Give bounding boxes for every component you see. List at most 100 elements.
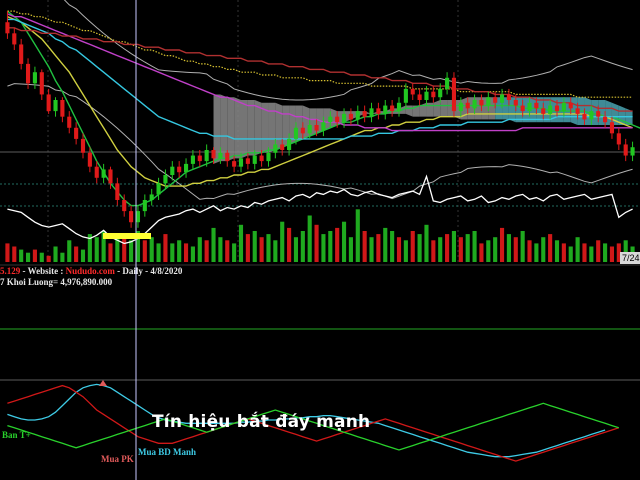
cloud-segment <box>419 102 427 117</box>
volume-bar <box>252 231 257 262</box>
volume-bar <box>417 234 422 262</box>
website-name[interactable]: Nududo.com <box>66 266 115 276</box>
volume-bar <box>513 237 518 262</box>
candle-body <box>197 155 202 162</box>
candle-body <box>122 200 127 212</box>
candle-body <box>499 94 505 103</box>
volume-indicator-path <box>7 174 633 245</box>
candle-body <box>259 155 264 162</box>
candle-body <box>287 138 292 150</box>
volume-bar <box>328 231 333 262</box>
candle-body <box>548 105 553 114</box>
candle-body <box>232 161 237 167</box>
candle-body <box>314 125 319 131</box>
volume-bar <box>273 240 278 262</box>
volume-bar <box>259 237 264 262</box>
volume-bar <box>53 246 58 262</box>
candle-body <box>149 194 154 200</box>
candle-body <box>5 22 10 34</box>
candle-body <box>410 88 415 95</box>
candle-body <box>472 100 477 109</box>
volume-info-line: 7 Khoi Luong= 4,976,890.000 <box>0 277 112 287</box>
date-marker: 7/24 <box>620 252 640 264</box>
volume-bar <box>238 224 244 262</box>
candle-body <box>451 77 457 112</box>
candle-body <box>204 150 209 162</box>
volume-bar <box>280 221 285 262</box>
cloud-segment <box>426 102 434 117</box>
candle-body <box>513 100 518 106</box>
candle-body <box>328 116 333 123</box>
candle-body <box>486 97 491 106</box>
candle-body <box>348 113 353 120</box>
candle-body <box>94 166 99 178</box>
candle-body <box>252 155 257 164</box>
candle-body <box>307 125 312 134</box>
volume-bar <box>204 240 209 262</box>
candle-body <box>431 91 436 98</box>
candle-body <box>527 102 532 112</box>
candle-body <box>135 211 141 223</box>
candle-body <box>53 100 58 112</box>
volume-bar <box>493 237 498 262</box>
bollinger-upper <box>63 0 633 101</box>
symbol-fragment: 5.129 <box>0 266 21 276</box>
candle-body <box>623 144 628 156</box>
volume-bar <box>5 243 10 262</box>
volume-bar <box>568 246 573 262</box>
volume-bar <box>603 243 608 262</box>
volume-bar <box>183 243 189 262</box>
period-label: - Daily - <box>117 266 149 276</box>
volume-bar <box>177 240 182 262</box>
volume-bar <box>609 246 615 262</box>
volume-bar <box>163 234 168 262</box>
candle-body <box>362 111 367 117</box>
candle-body <box>390 105 395 112</box>
candle-body <box>238 158 244 167</box>
candle-body <box>575 108 580 114</box>
volume-bar <box>293 237 299 262</box>
grid-lines <box>0 0 640 381</box>
volume-bar <box>245 234 250 262</box>
candle-body <box>12 33 17 45</box>
volume-bar <box>218 237 223 262</box>
volume-bar <box>32 249 37 262</box>
volume-bar <box>541 237 546 262</box>
volume-bar <box>190 246 195 262</box>
signal-mua-bd: Mua BD Manh <box>138 447 197 457</box>
volume-bar <box>472 231 477 262</box>
volume-bar <box>12 246 17 262</box>
candle-body <box>465 102 470 109</box>
volume-bar <box>431 240 436 262</box>
volume-bar <box>355 209 360 262</box>
candle-body <box>479 100 484 106</box>
candle-body <box>32 72 37 84</box>
volume-bar <box>348 237 353 262</box>
cloud-segment <box>433 100 441 117</box>
candle-body <box>293 127 299 139</box>
highlight-box <box>103 233 151 239</box>
signal-mua-pk: Mua PK <box>101 454 134 464</box>
volume-bar <box>341 221 347 262</box>
volume-value: 4,976,890.000 <box>60 277 113 287</box>
candle-body <box>67 116 72 128</box>
volume-bar <box>287 227 292 262</box>
volume-bar <box>60 252 65 262</box>
candle-body <box>493 97 498 103</box>
volume-bar <box>451 231 457 262</box>
cloud-segment <box>302 105 310 139</box>
volume-bar <box>582 243 587 262</box>
volume-bar <box>156 243 161 262</box>
cloud-segment <box>234 97 241 159</box>
candle-body <box>445 77 450 89</box>
volume-bar <box>225 240 230 262</box>
chart-date: 4/8/2020 <box>150 266 183 276</box>
stock-chart <box>0 0 640 480</box>
volume-bar <box>589 246 594 262</box>
candle-body <box>616 133 621 145</box>
candle-body <box>225 152 230 162</box>
volume-bar <box>39 252 44 262</box>
volume-indicator-line <box>7 174 633 245</box>
candle-body <box>589 111 594 120</box>
candle-body <box>25 63 31 84</box>
